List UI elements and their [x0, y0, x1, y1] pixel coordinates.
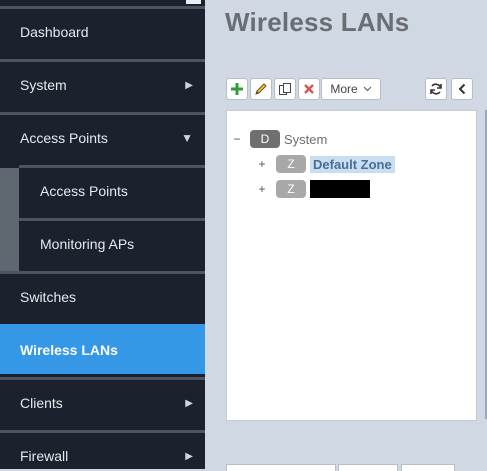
sidebar-item-label: Monitoring APs: [40, 236, 135, 252]
chevron-down-icon: ▼: [181, 131, 193, 145]
tree-node-system[interactable]: − D System: [231, 130, 327, 148]
chevron-down-icon: [363, 86, 372, 92]
chevron-right-icon: ▶: [185, 398, 193, 409]
sidebar-item-dashboard[interactable]: Dashboard: [0, 6, 205, 56]
sidebar-item-wireless-lans[interactable]: Wireless LANs: [0, 324, 205, 374]
zone-badge: Z: [276, 180, 306, 198]
sidebar-item-clients[interactable]: Clients ▶: [0, 377, 205, 427]
expand-toggle-icon[interactable]: +: [256, 182, 268, 196]
sidebar-item-firewall[interactable]: Firewall ▶: [0, 430, 205, 469]
sidebar-item-label: Access Points: [20, 130, 108, 146]
tree-node-label[interactable]: System: [284, 132, 327, 147]
sidebar-item-access-points[interactable]: Access Points ▼: [0, 112, 205, 162]
clone-button[interactable]: [274, 78, 296, 100]
chevron-right-icon: ▶: [185, 451, 193, 462]
refresh-button[interactable]: [425, 78, 447, 100]
bottom-tab[interactable]: [401, 464, 455, 471]
copy-icon: [279, 83, 291, 95]
add-button[interactable]: [226, 78, 248, 100]
tree-node-default-zone[interactable]: + Z Default Zone: [256, 155, 395, 173]
sidebar-item-label: Switches: [20, 289, 77, 305]
collapse-toggle-icon[interactable]: −: [231, 132, 243, 146]
sidebar-subitem-monitoring-aps[interactable]: Monitoring APs: [19, 218, 205, 268]
x-icon: [304, 84, 314, 94]
sidebar-item-label: Access Points: [40, 183, 128, 199]
bottom-tab[interactable]: [338, 464, 398, 471]
bottom-tab[interactable]: [226, 464, 336, 471]
sidebar-item-switches[interactable]: Switches: [0, 271, 205, 321]
plus-icon: [231, 83, 243, 95]
domain-badge: D: [250, 130, 280, 148]
sidebar: Dashboard System ▶ Access Points ▼ Acces…: [0, 0, 205, 469]
refresh-icon: [430, 83, 442, 95]
pencil-icon: [255, 83, 267, 95]
tree-node-zone[interactable]: + Z: [256, 180, 370, 198]
tree-node-label[interactable]: Default Zone: [310, 155, 395, 173]
more-dropdown[interactable]: More: [321, 78, 381, 100]
chevron-left-icon: [458, 83, 466, 95]
zone-tree-panel: − D System + Z Default Zone + Z: [226, 110, 477, 421]
sidebar-item-label: Wireless LANs: [20, 342, 118, 358]
sidebar-item-label: Clients: [20, 395, 63, 411]
sidebar-item-label: System: [20, 77, 67, 93]
delete-button[interactable]: [298, 78, 320, 100]
submenu-gutter: [0, 168, 19, 272]
zone-badge: Z: [276, 155, 306, 173]
sidebar-top-mark: [186, 0, 201, 4]
sidebar-item-system[interactable]: System ▶: [0, 59, 205, 109]
edit-button[interactable]: [250, 78, 272, 100]
expand-toggle-icon[interactable]: +: [256, 157, 268, 171]
collapse-button[interactable]: [451, 78, 473, 100]
redacted-zone-name: [310, 180, 370, 198]
sidebar-subitem-access-points[interactable]: Access Points: [19, 165, 205, 215]
more-label: More: [330, 82, 358, 96]
main-content: Wireless LANs More − D System + Z Defaul…: [205, 0, 487, 471]
chevron-right-icon: ▶: [185, 80, 193, 91]
sidebar-item-label: Firewall: [20, 448, 69, 464]
page-title: Wireless LANs: [225, 7, 410, 37]
sidebar-item-label: Dashboard: [20, 24, 89, 40]
